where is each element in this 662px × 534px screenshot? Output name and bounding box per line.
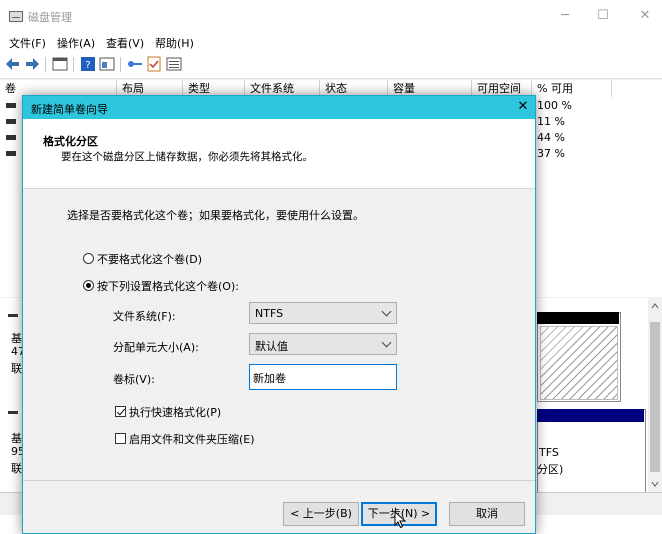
unallocated-hatch <box>540 326 618 400</box>
disk-management-icon <box>9 11 23 22</box>
volume-icon <box>6 119 16 124</box>
quick-format-label[interactable]: 执行快速格式化(P) <box>129 404 221 420</box>
no-format-label[interactable]: 不要格式化这个卷(D) <box>97 251 202 267</box>
maximize-button[interactable]: ☐ <box>588 6 618 26</box>
primary-partition-bar <box>537 409 644 422</box>
wizard-title-bar[interactable]: 新建简单卷向导 ✕ <box>23 96 535 119</box>
percent-free-cell: 11 % <box>537 115 565 128</box>
scroll-down-icon[interactable] <box>651 480 659 488</box>
list-view-icon[interactable] <box>166 56 182 72</box>
allocation-unit-value: 默认值 <box>255 340 288 353</box>
wizard-title: 新建简单卷向导 <box>31 103 108 116</box>
quick-format-checkbox[interactable] <box>115 406 126 417</box>
allocation-unit-label: 分配单元大小(A): <box>113 341 199 354</box>
wizard-step-title: 格式化分区 <box>43 135 98 148</box>
disk-icon <box>8 314 18 317</box>
properties-icon[interactable] <box>99 56 115 72</box>
compression-label[interactable]: 启用文件和文件夹压缩(E) <box>129 431 255 447</box>
new-simple-volume-wizard: 新建简单卷向导 ✕ 格式化分区 要在这个磁盘分区上储存数据，你必须先将其格式化。… <box>22 95 536 534</box>
svg-text:?: ? <box>85 60 90 71</box>
menu-bar: 文件(F) 操作(A) 查看(V) 帮助(H) <box>0 32 662 52</box>
close-button[interactable]: ✕ <box>630 6 660 26</box>
back-arrow-icon[interactable] <box>5 56 21 72</box>
no-format-radio[interactable] <box>83 253 94 264</box>
disk0-status-label: 联 <box>11 362 22 375</box>
volume-label-label: 卷标(V): <box>113 373 155 386</box>
toolbar-divider <box>45 57 46 72</box>
volume-icon <box>6 151 16 156</box>
scroll-up-icon[interactable] <box>651 302 659 310</box>
wizard-close-button[interactable]: ✕ <box>512 98 534 116</box>
column-percent-free[interactable]: % 可用 <box>532 80 612 97</box>
file-system-select[interactable]: NTFS <box>249 302 397 324</box>
percent-free-cell: 100 % <box>537 99 572 112</box>
partition-fs-text: TFS <box>539 446 559 459</box>
scrollbar-thumb[interactable] <box>650 322 660 472</box>
forward-arrow-icon[interactable] <box>24 56 40 72</box>
title-bar[interactable]: 磁盘管理 ─ ☐ ✕ <box>0 0 662 32</box>
key-icon[interactable] <box>127 56 143 72</box>
wizard-header: 格式化分区 要在这个磁盘分区上储存数据，你必须先将其格式化。 <box>23 119 535 189</box>
toolbar-divider <box>120 57 121 72</box>
disk0-type-label: 基 <box>11 332 22 345</box>
footer-divider <box>23 480 535 481</box>
file-system-value: NTFS <box>255 307 284 320</box>
window-title: 磁盘管理 <box>28 11 72 24</box>
checklist-icon[interactable] <box>146 56 162 72</box>
cancel-button[interactable]: 取消 <box>449 502 525 526</box>
percent-free-cell: 44 % <box>537 131 565 144</box>
volume-icon <box>6 135 16 140</box>
menu-view[interactable]: 查看(V) <box>106 35 144 51</box>
wizard-step-description: 要在这个磁盘分区上储存数据，你必须先将其格式化。 <box>61 151 313 163</box>
format-label[interactable]: 按下列设置格式化这个卷(O): <box>97 278 239 294</box>
disk1-status-label: 联 <box>11 462 22 475</box>
menu-help[interactable]: 帮助(H) <box>155 35 194 51</box>
toolbar-divider <box>73 57 74 72</box>
unallocated-bar <box>537 312 619 324</box>
volume-icon <box>6 103 16 108</box>
chevron-down-icon <box>381 337 392 348</box>
percent-free-cell: 37 % <box>537 147 565 160</box>
console-tree-icon[interactable] <box>52 56 68 72</box>
file-system-label: 文件系统(F): <box>113 310 176 323</box>
menu-file[interactable]: 文件(F) <box>9 35 46 51</box>
compression-checkbox[interactable] <box>115 433 126 444</box>
toolbar: ? <box>0 52 662 79</box>
format-question: 选择是否要格式化这个卷；如果要格式化，要使用什么设置。 <box>67 209 364 222</box>
disk1-type-label: 基 <box>11 432 22 445</box>
menu-action[interactable]: 操作(A) <box>57 35 95 51</box>
disk-icon <box>8 411 18 414</box>
help-icon[interactable]: ? <box>80 56 96 72</box>
mouse-cursor-icon <box>394 511 407 529</box>
back-button[interactable]: < 上一步(B) <box>283 502 359 526</box>
format-radio[interactable] <box>83 280 94 291</box>
partition-type-text: 分区) <box>537 463 564 476</box>
volume-label-value: 新加卷 <box>253 372 286 385</box>
volume-label-input[interactable]: 新加卷 <box>249 364 397 390</box>
chevron-down-icon <box>381 306 392 317</box>
minimize-button[interactable]: ─ <box>550 6 580 26</box>
allocation-unit-select[interactable]: 默认值 <box>249 333 397 355</box>
